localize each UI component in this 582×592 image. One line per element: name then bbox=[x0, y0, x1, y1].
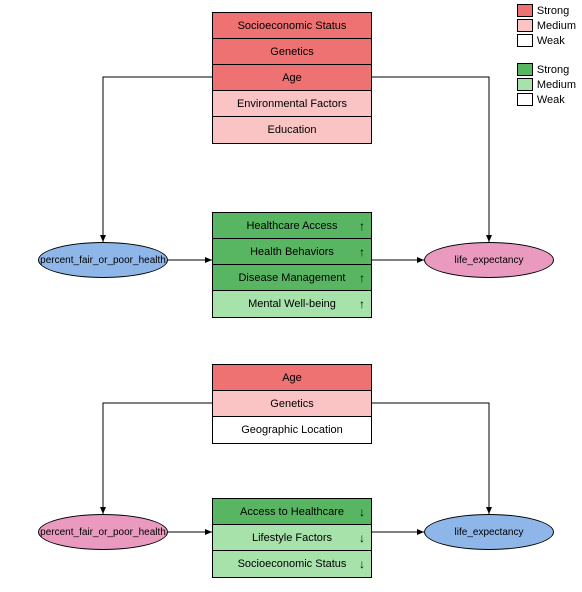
swatch-green-weak bbox=[517, 93, 533, 106]
legend-label: Weak bbox=[537, 35, 565, 47]
confounder-label: Socioeconomic Status bbox=[238, 20, 347, 32]
down-arrow-icon: ↓ bbox=[359, 551, 365, 577]
confounder-label: Age bbox=[282, 372, 302, 384]
confounder-item: Genetics bbox=[213, 39, 371, 65]
mediator-label: Healthcare Access bbox=[246, 220, 337, 232]
legend: Strong Medium Weak Strong Medium Weak bbox=[517, 4, 576, 108]
mediator-label: Disease Management bbox=[238, 272, 345, 284]
legend-label: Medium bbox=[537, 79, 576, 91]
mediator-stack-1: Healthcare Access ↑ Health Behaviors ↑ Dis… bbox=[212, 212, 372, 318]
swatch-green-medium bbox=[517, 78, 533, 91]
confounder-label: Genetics bbox=[270, 46, 313, 58]
mediator-label: Mental Well-being bbox=[248, 298, 336, 310]
mediator-stack-2: Access to Healthcare ↓ Lifestyle Factors ↓… bbox=[212, 498, 372, 578]
node-label: percent_fair_or_poor_health bbox=[40, 527, 166, 538]
mediator-item: Mental Well-being ↑ bbox=[213, 291, 371, 317]
down-arrow-icon: ↓ bbox=[359, 525, 365, 551]
legend-label: Strong bbox=[537, 5, 569, 17]
mediator-label: Lifestyle Factors bbox=[252, 532, 332, 544]
down-arrow-icon: ↓ bbox=[359, 499, 365, 525]
legend-green-medium: Medium bbox=[517, 78, 576, 91]
legend-red-strong: Strong bbox=[517, 4, 576, 17]
confounder-item: Environmental Factors bbox=[213, 91, 371, 117]
swatch-red-weak bbox=[517, 34, 533, 47]
confounder-stack-2: Age Genetics Geographic Location bbox=[212, 364, 372, 444]
legend-red-weak: Weak bbox=[517, 34, 576, 47]
node-label: life_expectancy bbox=[455, 527, 524, 538]
legend-green-weak: Weak bbox=[517, 93, 576, 106]
swatch-green-strong bbox=[517, 63, 533, 76]
mediator-item: Lifestyle Factors ↓ bbox=[213, 525, 371, 551]
mediator-item: Health Behaviors ↑ bbox=[213, 239, 371, 265]
mediator-item: Healthcare Access ↑ bbox=[213, 213, 371, 239]
mediator-label: Health Behaviors bbox=[250, 246, 334, 258]
legend-label: Medium bbox=[537, 20, 576, 32]
up-arrow-icon: ↑ bbox=[359, 265, 365, 291]
legend-label: Strong bbox=[537, 64, 569, 76]
confounder-stack-1: Socioeconomic Status Genetics Age Enviro… bbox=[212, 12, 372, 144]
legend-red-medium: Medium bbox=[517, 19, 576, 32]
confounder-label: Education bbox=[268, 124, 317, 136]
target-node-1: life_expectancy bbox=[424, 242, 554, 278]
confounder-item: Genetics bbox=[213, 391, 371, 417]
confounder-label: Environmental Factors bbox=[237, 98, 347, 110]
up-arrow-icon: ↑ bbox=[359, 291, 365, 317]
source-node-2: percent_fair_or_poor_health bbox=[38, 514, 168, 550]
mediator-label: Access to Healthcare bbox=[240, 506, 344, 518]
confounder-item: Age bbox=[213, 65, 371, 91]
mediator-label: Socioeconomic Status bbox=[238, 558, 347, 570]
up-arrow-icon: ↑ bbox=[359, 213, 365, 239]
up-arrow-icon: ↑ bbox=[359, 239, 365, 265]
confounder-label: Age bbox=[282, 72, 302, 84]
confounder-label: Geographic Location bbox=[241, 424, 343, 436]
mediator-item: Access to Healthcare ↓ bbox=[213, 499, 371, 525]
swatch-red-medium bbox=[517, 19, 533, 32]
confounder-item: Geographic Location bbox=[213, 417, 371, 443]
source-node-1: percent_fair_or_poor_health bbox=[38, 242, 168, 278]
confounder-item: Age bbox=[213, 365, 371, 391]
node-label: life_expectancy bbox=[455, 255, 524, 266]
confounder-item: Socioeconomic Status bbox=[213, 13, 371, 39]
node-label: percent_fair_or_poor_health bbox=[40, 255, 166, 266]
mediator-item: Socioeconomic Status ↓ bbox=[213, 551, 371, 577]
swatch-red-strong bbox=[517, 4, 533, 17]
legend-green-strong: Strong bbox=[517, 63, 576, 76]
mediator-item: Disease Management ↑ bbox=[213, 265, 371, 291]
legend-label: Weak bbox=[537, 94, 565, 106]
target-node-2: life_expectancy bbox=[424, 514, 554, 550]
confounder-label: Genetics bbox=[270, 398, 313, 410]
confounder-item: Education bbox=[213, 117, 371, 143]
